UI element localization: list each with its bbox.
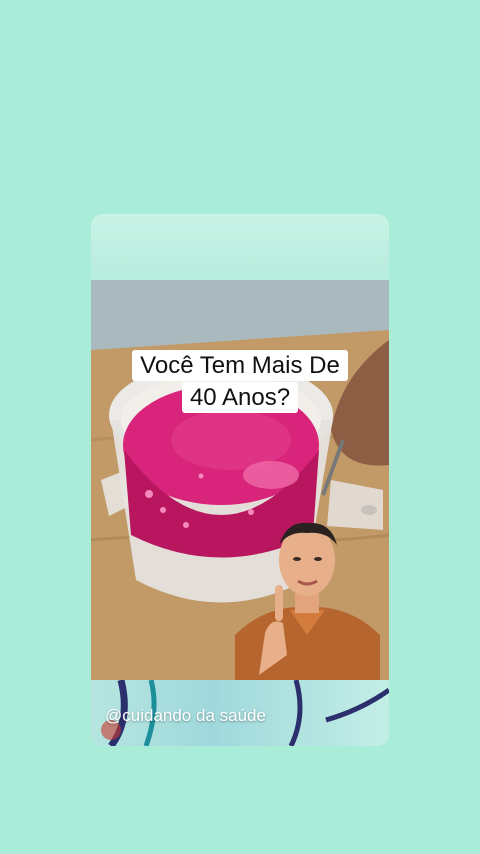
creator-handle[interactable]: @cuidando da saúde	[105, 706, 266, 726]
video-card[interactable]: Você Tem Mais De 40 Anos? @cuidando da s…	[91, 214, 389, 746]
caption: Você Tem Mais De 40 Anos?	[91, 350, 389, 415]
presenter-avatar	[235, 522, 380, 681]
caption-line-2: 40 Anos?	[181, 382, 299, 414]
caption-line-1: Você Tem Mais De	[132, 350, 348, 381]
card-top-band	[91, 214, 389, 280]
